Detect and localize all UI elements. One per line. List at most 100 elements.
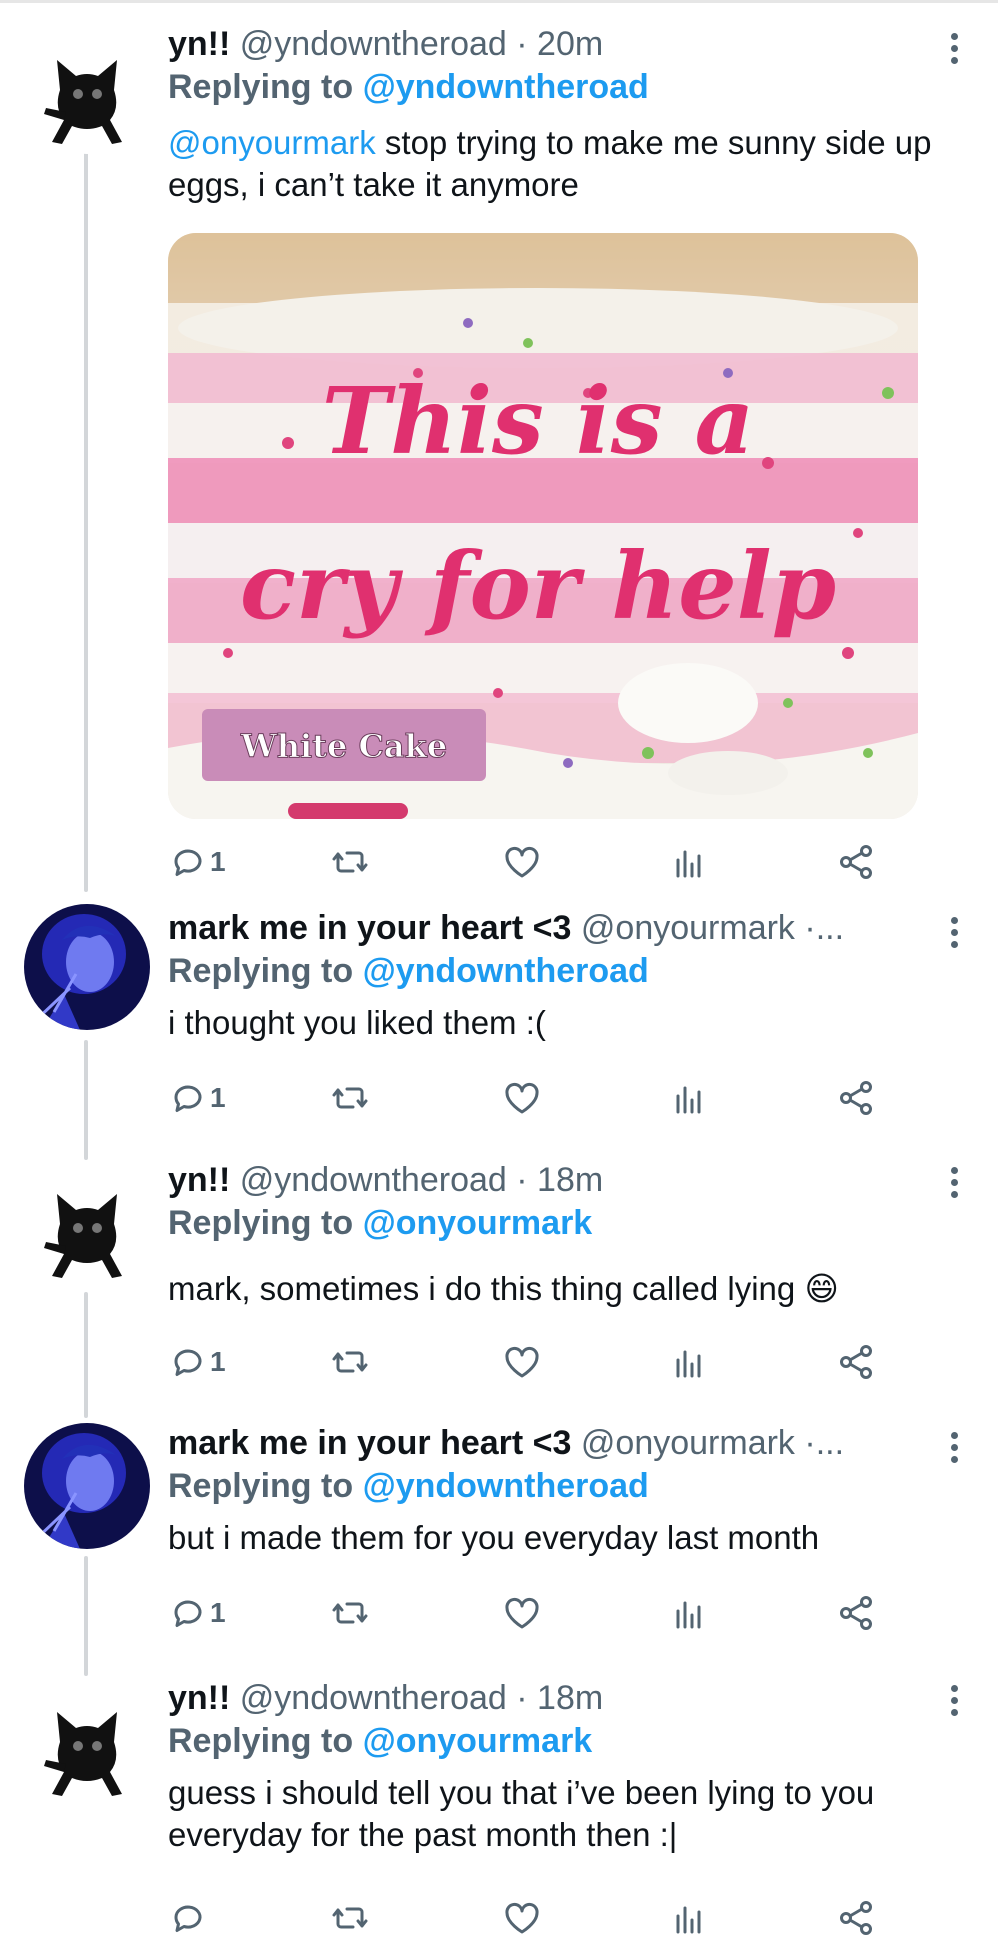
views-button[interactable] [668, 1894, 708, 1942]
reply-button[interactable]: 1 [168, 1589, 226, 1637]
more-options-icon[interactable] [944, 30, 964, 70]
views-button[interactable] [668, 1338, 708, 1386]
display-name[interactable]: yn!! [168, 25, 230, 63]
tweet-header: yn!! @yndowntheroad · 18m [168, 1161, 604, 1199]
cake-text-line2: cry for help [240, 532, 836, 640]
tweet-actions: 1 [168, 1338, 888, 1386]
reply-button[interactable]: 1 [168, 1074, 226, 1122]
replying-to-link[interactable]: @yndowntheroad [363, 68, 649, 106]
heart-icon [505, 1902, 539, 1934]
share-icon [840, 1345, 872, 1379]
replying-to: Replying to @onyourmark [168, 1720, 948, 1762]
replying-to-link[interactable]: @yndowntheroad [363, 1467, 649, 1505]
display-name[interactable]: mark me in your heart <3 [168, 909, 571, 947]
tweet-image[interactable]: This is a cry for help White Cake [168, 233, 918, 819]
retweet-button[interactable] [330, 1338, 370, 1386]
like-button[interactable] [502, 1338, 542, 1386]
replying-to-link[interactable]: @onyourmark [363, 1204, 593, 1242]
like-button[interactable] [502, 838, 542, 886]
share-button[interactable] [836, 1589, 876, 1637]
share-icon [840, 1596, 872, 1630]
grinning-emoji: 😄 [804, 1270, 839, 1307]
timestamp[interactable]: 18m [537, 1161, 603, 1199]
retweet-button[interactable] [330, 1894, 370, 1942]
like-button[interactable] [502, 1074, 542, 1122]
replying-prefix: Replying to [168, 68, 354, 106]
tweet-text: @onyourmark stop trying to make me sunny… [168, 122, 948, 206]
retweet-button[interactable] [330, 1589, 370, 1637]
more-options-icon[interactable] [944, 1682, 964, 1722]
avatar[interactable] [24, 904, 150, 1030]
reply-button[interactable] [168, 1894, 208, 1942]
black-cat-avatar-icon [24, 28, 150, 154]
replying-prefix: Replying to [168, 1722, 354, 1760]
mention-link[interactable]: @onyourmark [168, 124, 376, 161]
analytics-icon [676, 850, 701, 878]
more-options-icon[interactable] [944, 1429, 964, 1469]
reply-icon [174, 1349, 202, 1376]
views-button[interactable] [668, 838, 708, 886]
replying-to: Replying to @yndowntheroad [168, 66, 948, 108]
avatar[interactable] [24, 1680, 150, 1806]
tweet-text: but i made them for you everyday last mo… [168, 1519, 820, 1556]
more-options-icon[interactable] [944, 1164, 964, 1204]
like-button[interactable] [502, 1589, 542, 1637]
retweet-button[interactable] [330, 838, 370, 886]
heart-icon [505, 1082, 539, 1114]
replying-to-link[interactable]: @onyourmark [363, 1722, 593, 1760]
display-name[interactable]: yn!! [168, 1161, 230, 1199]
avatar[interactable] [24, 1423, 150, 1549]
tweet-text: mark, sometimes i do this thing called l… [168, 1268, 948, 1310]
reply-button[interactable]: 1 [168, 838, 226, 886]
display-name[interactable]: yn!! [168, 1679, 230, 1717]
cake-label: White Cake [240, 727, 447, 765]
reply-icon [174, 1600, 202, 1627]
views-button[interactable] [668, 1589, 708, 1637]
thread-line [84, 152, 88, 892]
replying-to: Replying to @onyourmark [168, 1202, 948, 1244]
user-handle[interactable]: @onyourmark ·... [581, 909, 844, 947]
retweet-icon [332, 851, 368, 873]
cake-photo-icon: This is a cry for help White Cake [168, 233, 918, 819]
reply-count: 1 [210, 1346, 226, 1377]
share-button[interactable] [836, 838, 876, 886]
share-button[interactable] [836, 1894, 876, 1942]
replying-prefix: Replying to [168, 1204, 354, 1242]
like-button[interactable] [502, 1894, 542, 1942]
share-button[interactable] [836, 1338, 876, 1386]
reply-icon [174, 1905, 202, 1932]
user-handle[interactable]: @yndowntheroad [240, 1679, 507, 1717]
tweet-actions: 1 [168, 1074, 888, 1122]
user-handle[interactable]: @onyourmark ·... [581, 1424, 844, 1462]
more-options-icon[interactable] [944, 914, 964, 954]
reply-icon [174, 849, 202, 876]
retweet-button[interactable] [330, 1074, 370, 1122]
tweet-text: i thought you liked them :( [168, 1004, 546, 1041]
retweet-icon [332, 1907, 368, 1929]
analytics-icon [676, 1086, 701, 1114]
thread-line [84, 1040, 88, 1160]
avatar[interactable] [24, 28, 150, 154]
retweet-icon [332, 1087, 368, 1109]
timestamp[interactable]: 20m [537, 25, 603, 63]
share-button[interactable] [836, 1074, 876, 1122]
views-button[interactable] [668, 1074, 708, 1122]
display-name[interactable]: mark me in your heart <3 [168, 1424, 571, 1462]
reply-count: 1 [210, 1082, 226, 1113]
timestamp[interactable]: 18m [537, 1679, 603, 1717]
tweet-actions [168, 1894, 888, 1942]
user-handle[interactable]: @yndowntheroad [240, 1161, 507, 1199]
replying-to: Replying to @yndowntheroad [168, 950, 948, 992]
replying-to-link[interactable]: @yndowntheroad [363, 952, 649, 990]
avatar[interactable] [24, 1162, 150, 1288]
share-icon [840, 845, 872, 879]
user-handle[interactable]: @yndowntheroad [240, 25, 507, 63]
cake-text-line1: This is a [322, 367, 755, 475]
reply-button[interactable]: 1 [168, 1338, 226, 1386]
heart-icon [505, 1597, 539, 1629]
analytics-icon [676, 1601, 701, 1629]
tweet-header: yn!! @yndowntheroad · 20m [168, 25, 604, 63]
reply-count: 1 [210, 1597, 226, 1628]
analytics-icon [676, 1906, 701, 1934]
replying-prefix: Replying to [168, 1467, 354, 1505]
